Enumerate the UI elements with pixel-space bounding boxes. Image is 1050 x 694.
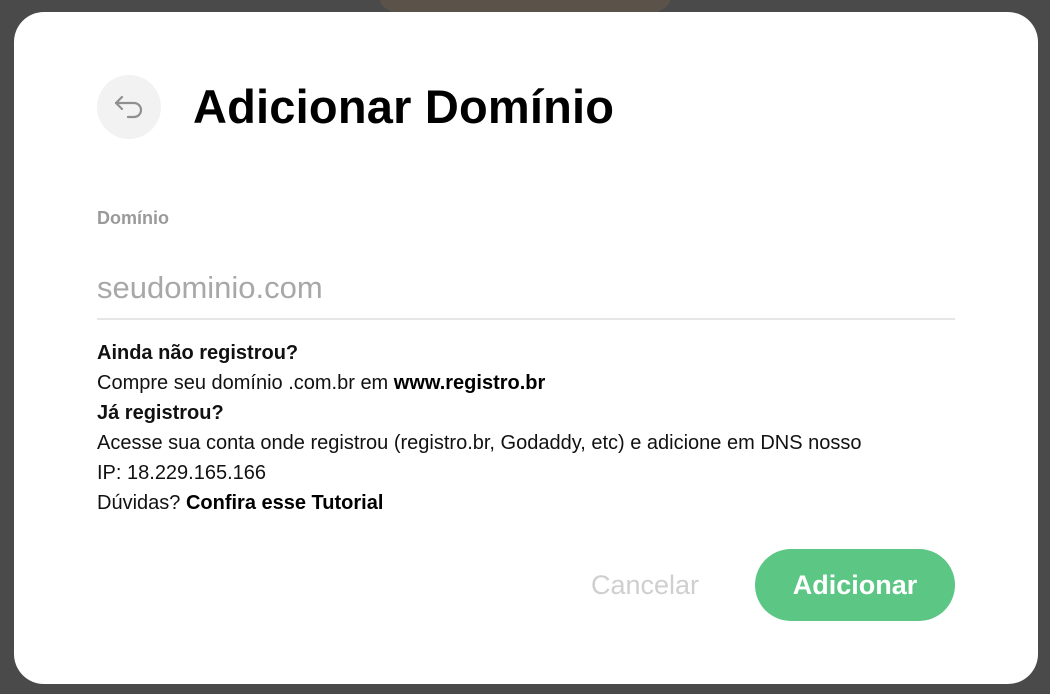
registro-link[interactable]: www.registro.br <box>394 372 546 394</box>
registered-heading: Já registrou? <box>97 402 224 424</box>
dns-instructions: Acesse sua conta onde registrou (registr… <box>97 432 862 454</box>
domain-field-label: Domínio <box>97 208 169 228</box>
tutorial-link[interactable]: Confira esse Tutorial <box>186 492 383 514</box>
modal-title: Adicionar Domínio <box>193 80 615 133</box>
cancel-button[interactable]: Cancelar <box>574 559 716 611</box>
add-domain-modal: Adicionar Domínio Domínio Ainda não regi… <box>14 12 1038 684</box>
add-button[interactable]: Adicionar <box>755 549 955 621</box>
ip-address-text: IP: 18.229.165.166 <box>97 462 267 484</box>
back-button[interactable] <box>97 75 161 139</box>
doubts-text: Dúvidas? Confira esse Tutorial <box>97 492 384 514</box>
not-registered-heading: Ainda não registrou? <box>97 342 299 364</box>
domain-input[interactable] <box>97 258 955 320</box>
help-text: Ainda não registrou? Compre seu domínio … <box>97 338 967 518</box>
buy-domain-text: Compre seu domínio .com.br em www.regist… <box>97 372 546 394</box>
undo-arrow-icon <box>113 94 145 120</box>
